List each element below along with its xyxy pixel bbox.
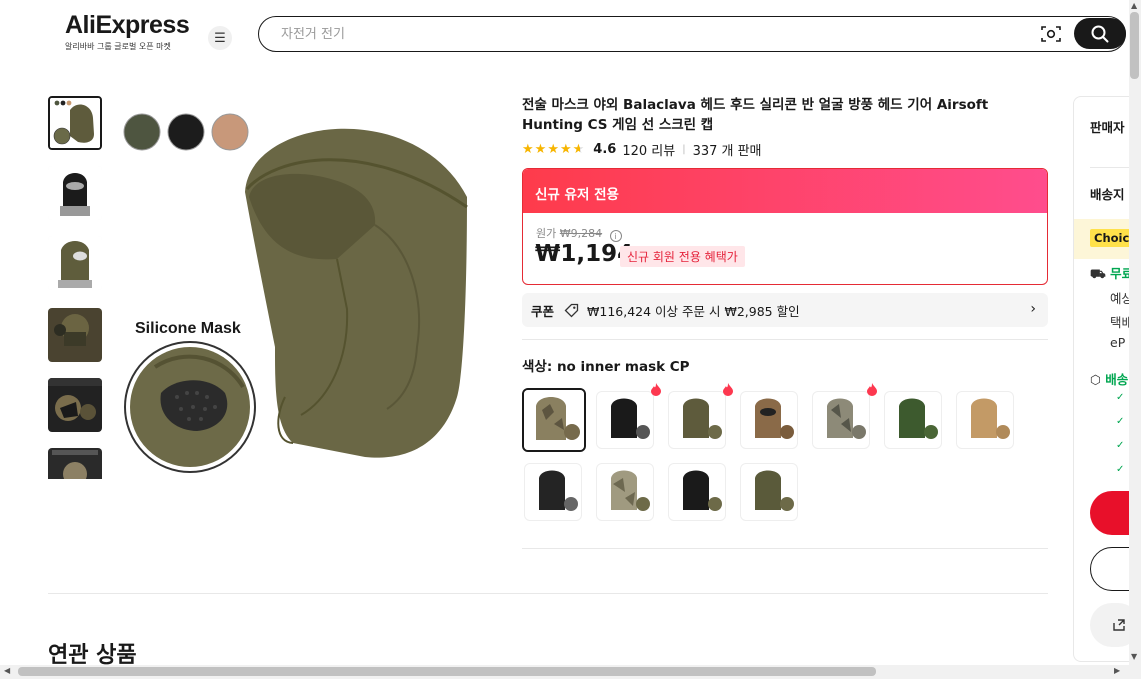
star-icon: ★ bbox=[534, 142, 548, 157]
check-icon: ✓ bbox=[1116, 440, 1125, 451]
swatch-image bbox=[524, 390, 584, 450]
hot-fire-icon bbox=[651, 383, 661, 396]
color-swatch-brown[interactable] bbox=[740, 391, 798, 449]
share-icon bbox=[1113, 619, 1125, 631]
swatch-image bbox=[669, 464, 725, 520]
coupon-row[interactable]: 쿠폰 ₩116,424 이상 주문 시 ₩2,985 할인 › bbox=[522, 293, 1048, 327]
chevron-right-icon: › bbox=[1030, 301, 1036, 317]
swatch-image bbox=[957, 392, 1013, 448]
swatch-image bbox=[885, 392, 941, 448]
review-count[interactable]: 120 리뷰 bbox=[622, 140, 675, 159]
promo-box: 신규 유저 전용 원가 ₩9,284 i ₩1,194 신규 회원 전용 혜택가 bbox=[522, 168, 1048, 285]
thumbnail-6[interactable] bbox=[48, 448, 102, 479]
check-icon: ✓ bbox=[1116, 416, 1125, 427]
color-swatch-tan[interactable] bbox=[956, 391, 1014, 449]
color-swatch-black-2[interactable] bbox=[524, 463, 582, 521]
ship-to-label[interactable]: 배송지 bbox=[1090, 184, 1125, 203]
thumbnail-image bbox=[48, 448, 102, 479]
original-price-row: 원가 ₩9,284 i bbox=[536, 225, 622, 242]
horizontal-scroll-thumb[interactable] bbox=[18, 667, 876, 676]
thumbnail-2[interactable] bbox=[48, 166, 102, 220]
color-swatch-multicam[interactable] bbox=[596, 463, 654, 521]
divider: | bbox=[682, 144, 686, 155]
star-icon: ★ bbox=[522, 142, 535, 157]
shipping-service: eP bbox=[1110, 335, 1126, 350]
search-button[interactable] bbox=[1074, 18, 1126, 49]
swatch-image bbox=[525, 464, 581, 520]
swatch-image bbox=[813, 392, 869, 448]
vertical-scrollbar[interactable] bbox=[1129, 0, 1141, 679]
coupon-text: ₩116,424 이상 주문 시 ₩2,985 할인 bbox=[587, 303, 800, 319]
swatch-image bbox=[669, 392, 725, 448]
color-label: 색상: no inner mask CP bbox=[522, 359, 690, 375]
star-icon: ★ bbox=[547, 142, 560, 157]
search-icon bbox=[1091, 25, 1109, 42]
scroll-left-arrow-icon[interactable]: ◀ bbox=[4, 666, 10, 675]
star-rating: ★★★★★ bbox=[522, 142, 585, 157]
color-swatch-camo-grey[interactable] bbox=[812, 391, 870, 449]
product-title: 전술 마스크 야외 Balaclava 헤드 후드 실리콘 반 얼굴 방풍 헤드… bbox=[522, 97, 989, 133]
logo-tagline: 알리바바 그룹 글로벌 오픈 마켓 bbox=[65, 42, 171, 51]
free-shipping-label: ⛟ 무료 bbox=[1090, 266, 1134, 281]
menu-icon[interactable]: ☰ bbox=[208, 26, 232, 50]
thumbnail-image bbox=[50, 98, 100, 148]
thumbnail-1[interactable] bbox=[48, 96, 102, 150]
color-swatch-black[interactable] bbox=[596, 391, 654, 449]
thumbnail-5[interactable] bbox=[48, 378, 102, 432]
new-user-badge: 신규 회원 전용 혜택가 bbox=[620, 246, 745, 267]
tag-icon bbox=[564, 303, 579, 317]
thumbnail-4[interactable] bbox=[48, 308, 102, 362]
box-icon: ⬡ bbox=[1090, 372, 1101, 387]
color-swatch-camo-cp[interactable] bbox=[522, 388, 586, 452]
color-swatch-olive-2[interactable] bbox=[740, 463, 798, 521]
main-product-image: Silicone Mask bbox=[123, 113, 468, 473]
swatch-image bbox=[741, 392, 797, 448]
promo-header: 신규 유저 전용 bbox=[523, 169, 1047, 213]
hot-fire-icon bbox=[723, 383, 733, 396]
divider bbox=[522, 339, 1048, 340]
thumbnail-image bbox=[48, 378, 102, 432]
sale-price: ₩1,194 bbox=[535, 241, 634, 267]
check-icon: ✓ bbox=[1116, 392, 1125, 403]
swatch-image bbox=[597, 392, 653, 448]
rating-row[interactable]: ★★★★★ 4.6 120 리뷰 | 337 개 판매 bbox=[522, 140, 762, 159]
vertical-scroll-thumb[interactable] bbox=[1130, 12, 1139, 79]
delivery-label: ⬡ 배송 bbox=[1090, 372, 1129, 387]
scroll-up-arrow-icon[interactable]: ▲ bbox=[1131, 1, 1137, 10]
swatch-image bbox=[741, 464, 797, 520]
thumbnail-3[interactable] bbox=[48, 236, 102, 290]
original-price-label: 원가 bbox=[536, 227, 557, 240]
scroll-right-arrow-icon[interactable]: ▶ bbox=[1114, 666, 1120, 675]
logo-text: AliExpress bbox=[65, 11, 190, 39]
logo[interactable]: AliExpress 알리바바 그룹 글로벌 오픈 마켓 bbox=[65, 11, 190, 52]
search-bar[interactable] bbox=[258, 16, 1126, 52]
rating-value: 4.6 bbox=[593, 142, 617, 157]
silicone-mask-label: Silicone Mask bbox=[135, 320, 241, 337]
coupon-label: 쿠폰 bbox=[531, 303, 555, 319]
search-input[interactable] bbox=[281, 24, 1021, 44]
thumbnail-image bbox=[48, 166, 102, 220]
original-price: ₩9,284 bbox=[559, 227, 603, 240]
seller-label[interactable]: 판매자 bbox=[1090, 117, 1125, 136]
truck-icon: ⛟ bbox=[1090, 266, 1106, 281]
swatch-image bbox=[597, 464, 653, 520]
hot-fire-icon bbox=[867, 383, 877, 396]
sold-count: 337 개 판매 bbox=[692, 144, 762, 159]
color-swatch-black-3[interactable] bbox=[668, 463, 726, 521]
star-icon: ★ bbox=[559, 142, 573, 157]
color-swatch-green[interactable] bbox=[884, 391, 942, 449]
color-swatch-olive[interactable] bbox=[668, 391, 726, 449]
check-icon: ✓ bbox=[1116, 464, 1125, 475]
thumbnail-image bbox=[48, 236, 102, 290]
divider bbox=[48, 593, 1048, 594]
half-star-icon: ★ bbox=[572, 142, 586, 157]
image-search-icon[interactable] bbox=[1041, 25, 1061, 43]
thumbnail-image bbox=[48, 308, 102, 362]
scroll-down-arrow-icon[interactable]: ▼ bbox=[1131, 652, 1137, 661]
divider bbox=[522, 548, 1048, 549]
